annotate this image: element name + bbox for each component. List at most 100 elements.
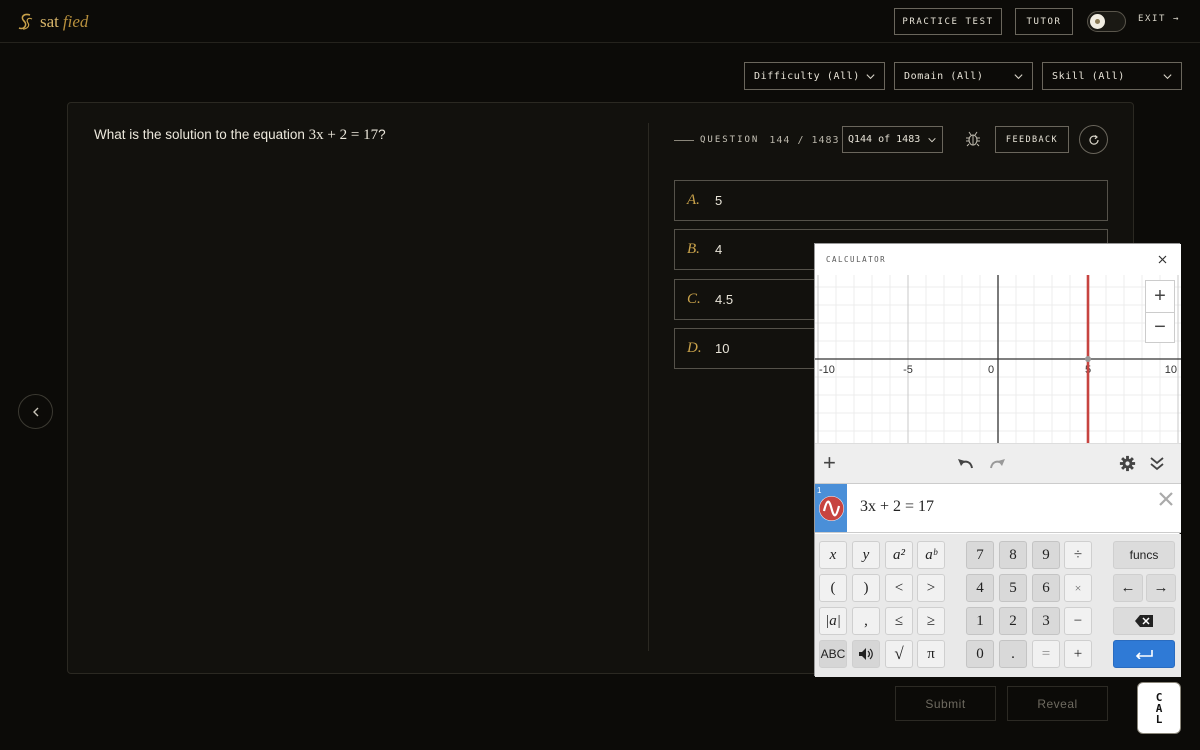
key-8[interactable]: 8 xyxy=(999,541,1027,569)
choice-letter: B. xyxy=(687,241,700,257)
choice-letter: A. xyxy=(687,192,700,208)
zoom-out-button[interactable]: − xyxy=(1145,312,1175,343)
difficulty-filter-label: Difficulty (All) xyxy=(754,70,860,82)
tutor-button[interactable]: TUTOR xyxy=(1015,8,1073,35)
previous-question-button[interactable] xyxy=(18,394,53,429)
choice-letter: D. xyxy=(687,340,702,356)
key-greater-than[interactable]: > xyxy=(917,574,945,602)
key-4[interactable]: 4 xyxy=(966,574,994,602)
domain-filter[interactable]: Domain (All) xyxy=(894,62,1033,90)
expression-number: 1 xyxy=(817,486,822,495)
undo-icon[interactable] xyxy=(956,455,975,472)
question-selector-label: Q144 of 1483 xyxy=(848,134,921,145)
key-pi[interactable]: π xyxy=(917,640,945,668)
key-9[interactable]: 9 xyxy=(1032,541,1060,569)
key-6[interactable]: 6 xyxy=(1032,574,1060,602)
key-sqrt[interactable]: √ xyxy=(885,640,913,668)
key-equals[interactable]: = xyxy=(1032,640,1060,668)
logo-mark-icon xyxy=(18,13,33,30)
bug-report-icon[interactable] xyxy=(964,130,982,148)
intercept-point xyxy=(1085,356,1091,362)
backspace-key[interactable] xyxy=(1113,607,1175,635)
add-expression-button[interactable]: + xyxy=(823,452,836,474)
audio-key[interactable] xyxy=(852,640,880,668)
key-7[interactable]: 7 xyxy=(966,541,994,569)
graph-canvas[interactable]: -10-50510 xyxy=(815,275,1181,443)
question-label: QUESTION xyxy=(700,135,760,145)
refresh-icon xyxy=(1088,134,1099,145)
chevron-down-icon xyxy=(928,137,936,143)
cal-letter: L xyxy=(1155,712,1163,726)
question-text: What is the solution to the equation 3x … xyxy=(94,127,386,144)
delete-expression-icon[interactable] xyxy=(1157,490,1175,508)
key-abs[interactable]: |a| xyxy=(819,607,847,635)
expression-index: 1 xyxy=(815,484,847,532)
key-left-arrow[interactable]: ← xyxy=(1113,574,1143,602)
key-less-equal[interactable]: ≤ xyxy=(885,607,913,635)
key-plus[interactable]: + xyxy=(1064,640,1092,668)
key-greater-equal[interactable]: ≥ xyxy=(917,607,945,635)
redo-icon[interactable] xyxy=(988,455,1007,472)
top-bar: sat fied PRACTICE TEST TUTOR EXIT → xyxy=(0,0,1200,43)
key-x[interactable]: x xyxy=(819,541,847,569)
expression-text: 3x + 2 = 17 xyxy=(860,498,935,515)
expression-row[interactable]: 1 3x + 2 = 17 xyxy=(815,483,1181,533)
key-5[interactable]: 5 xyxy=(999,574,1027,602)
desmos-wave-icon xyxy=(819,496,844,521)
close-icon[interactable] xyxy=(1157,254,1168,265)
feedback-button[interactable]: FEEDBACK xyxy=(995,126,1069,153)
axis-tick-label: -5 xyxy=(903,364,913,376)
key-multiply[interactable]: × xyxy=(1064,574,1092,602)
key-1[interactable]: 1 xyxy=(966,607,994,635)
expression-toolbar: + xyxy=(815,443,1181,483)
collapse-double-chevron-icon[interactable] xyxy=(1148,454,1166,472)
logo[interactable]: sat fied xyxy=(16,6,88,38)
choice-value: 10 xyxy=(715,341,730,356)
key-2[interactable]: 2 xyxy=(999,607,1027,635)
key-square[interactable]: a² xyxy=(885,541,913,569)
zoom-in-button[interactable]: + xyxy=(1145,280,1175,312)
gear-icon[interactable] xyxy=(1118,454,1137,473)
key-3[interactable]: 3 xyxy=(1032,607,1060,635)
skill-filter-label: Skill (All) xyxy=(1052,70,1125,82)
header-rule xyxy=(674,139,694,141)
key-close-paren[interactable]: ) xyxy=(852,574,880,602)
key-open-paren[interactable]: ( xyxy=(819,574,847,602)
key-right-arrow[interactable]: → xyxy=(1146,574,1176,602)
question-count: 144 / 1483 xyxy=(769,134,840,146)
key-minus[interactable]: − xyxy=(1064,607,1092,635)
toggle-dot-icon xyxy=(1095,19,1100,24)
skill-filter[interactable]: Skill (All) xyxy=(1042,62,1182,90)
calculator-toggle-button[interactable]: C A L xyxy=(1137,682,1181,734)
key-decimal[interactable]: . xyxy=(999,640,1027,668)
backspace-icon xyxy=(1135,615,1153,627)
key-less-than[interactable]: < xyxy=(885,574,913,602)
reveal-button[interactable]: Reveal xyxy=(1007,686,1108,721)
refresh-button[interactable] xyxy=(1079,125,1108,154)
chevron-left-icon xyxy=(32,407,38,416)
chevron-down-icon xyxy=(1163,74,1172,80)
key-y[interactable]: y xyxy=(852,541,880,569)
key-power[interactable]: aᵇ xyxy=(917,541,945,569)
exit-button[interactable]: EXIT → xyxy=(1138,14,1180,24)
theme-toggle[interactable] xyxy=(1087,11,1126,32)
question-prompt: What is the solution to the equation xyxy=(94,127,305,142)
key-comma[interactable]: , xyxy=(852,607,880,635)
key-0[interactable]: 0 xyxy=(966,640,994,668)
practice-test-button[interactable]: PRACTICE TEST xyxy=(894,8,1002,35)
difficulty-filter[interactable]: Difficulty (All) xyxy=(744,62,885,90)
calculator-header: CALCULATOR xyxy=(815,244,1181,275)
submit-button[interactable]: Submit xyxy=(895,686,996,721)
choice-letter: C. xyxy=(687,291,701,307)
choice-a[interactable]: A. 5 xyxy=(674,180,1108,221)
question-header: QUESTION 144 / 1483 xyxy=(674,127,840,153)
chevron-down-icon xyxy=(1014,74,1023,80)
question-selector[interactable]: Q144 of 1483 xyxy=(842,126,943,153)
key-funcs[interactable]: funcs xyxy=(1113,541,1175,569)
key-abc[interactable]: ABC xyxy=(819,640,847,668)
enter-key[interactable] xyxy=(1113,640,1175,668)
axis-tick-label: 0 xyxy=(988,364,994,376)
key-divide[interactable]: ÷ xyxy=(1064,541,1092,569)
graph-color-badge[interactable] xyxy=(819,496,844,521)
cal-letter: A xyxy=(1155,701,1163,715)
